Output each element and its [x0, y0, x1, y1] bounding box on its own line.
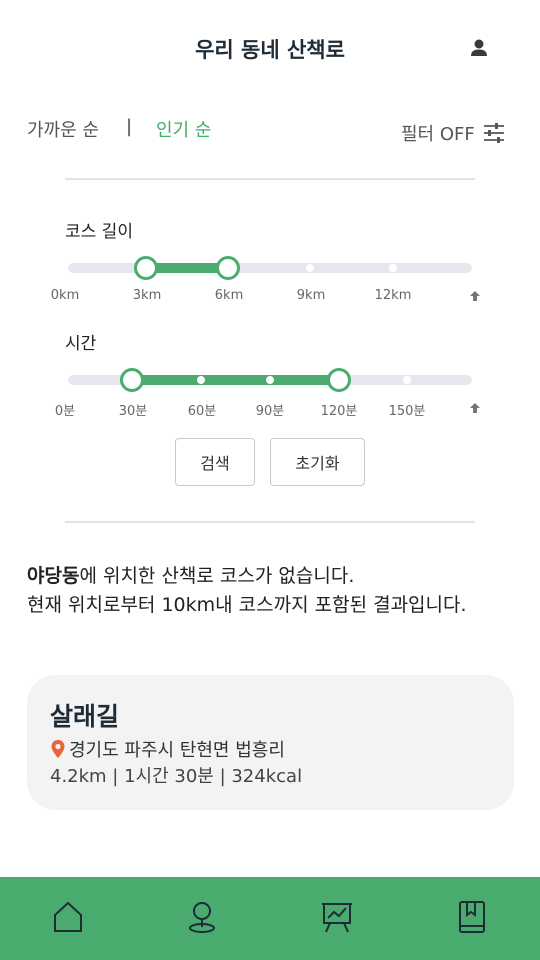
sort-popular-tab[interactable]: 인기 순: [156, 116, 211, 142]
time-range-slider[interactable]: [68, 368, 472, 392]
current-location-name: 야당동: [27, 565, 80, 587]
nav-map[interactable]: [184, 899, 220, 935]
arrow-up-icon[interactable]: [469, 290, 481, 302]
course-address: 경기도 파주시 탄현면 법흥리: [69, 740, 285, 761]
slider-min-handle[interactable]: [120, 368, 144, 392]
distance-tick-label: 3km: [132, 288, 162, 303]
no-course-notice: 야당동에 위치한 산책로 코스가 없습니다. 현재 위치로부터 10km내 코스…: [27, 562, 517, 620]
time-tick-label: 90분: [255, 404, 285, 419]
slider-step-dot: [403, 376, 411, 384]
divider: [65, 521, 475, 523]
home-icon: [54, 902, 82, 932]
filter-toggle-button[interactable]: 필터 OFF: [401, 120, 505, 146]
divider: [65, 178, 475, 180]
slider-track: [68, 263, 472, 273]
slider-selected-range: [132, 375, 339, 385]
nav-home[interactable]: [50, 899, 86, 935]
distance-tick-label: 0km: [50, 288, 80, 303]
slider-min-handle[interactable]: [134, 256, 158, 280]
time-tick-label: 150분: [388, 404, 426, 419]
map-pin-icon: [189, 902, 215, 933]
course-name: 살래길: [50, 702, 120, 731]
slider-step-dot: [389, 264, 397, 272]
course-card[interactable]: 살래길 경기도 파주시 탄현면 법흥리 4.2km | 1시간 30분 | 32…: [27, 675, 514, 810]
time-filter-title: 시간: [65, 334, 97, 354]
distance-filter-title: 코스 길이: [65, 222, 133, 242]
slider-step-dot: [197, 376, 205, 384]
slider-max-handle[interactable]: [216, 256, 240, 280]
nav-stats[interactable]: [319, 899, 355, 935]
nav-records[interactable]: [454, 899, 490, 935]
location-pin-icon: [51, 740, 65, 758]
arrow-up-icon[interactable]: [469, 402, 481, 414]
sliders-icon: [483, 123, 504, 143]
time-tick-label: 120분: [320, 404, 358, 419]
slider-step-dot: [306, 264, 314, 272]
sort-separator: |: [126, 116, 133, 137]
search-button[interactable]: 검색: [175, 438, 255, 486]
slider-max-handle[interactable]: [327, 368, 351, 392]
bottom-navigation: [0, 877, 540, 960]
app-header: 우리 동네 산책로: [0, 0, 540, 100]
sort-nearest-tab[interactable]: 가까운 순: [27, 116, 99, 142]
time-tick-label: 0분: [54, 404, 76, 419]
notice-line1: 에 위치한 산책로 코스가 없습니다.: [79, 565, 355, 587]
page-title: 우리 동네 산책로: [195, 38, 345, 62]
distance-tick-label: 12km: [374, 288, 412, 303]
bookmark-book-icon: [459, 901, 485, 933]
time-tick-label: 60분: [187, 404, 217, 419]
course-address-row: 경기도 파주시 탄현면 법흥리: [50, 736, 285, 762]
distance-range-slider[interactable]: [68, 256, 472, 280]
time-tick-label: 30분: [118, 404, 148, 419]
user-icon[interactable]: [469, 38, 489, 58]
distance-tick-label: 6km: [214, 288, 244, 303]
notice-line2: 현재 위치로부터 10km내 코스까지 포함된 결과입니다.: [27, 594, 467, 616]
sort-bar: 가까운 순 | 인기 순 필터 OFF: [0, 116, 540, 148]
slider-step-dot: [266, 376, 274, 384]
reset-button[interactable]: 초기화: [270, 438, 365, 486]
distance-tick-label: 9km: [296, 288, 326, 303]
filter-label: 필터 OFF: [401, 124, 475, 145]
course-stats: 4.2km | 1시간 30분 | 324kcal: [50, 766, 303, 787]
presentation-chart-icon: [322, 903, 352, 933]
